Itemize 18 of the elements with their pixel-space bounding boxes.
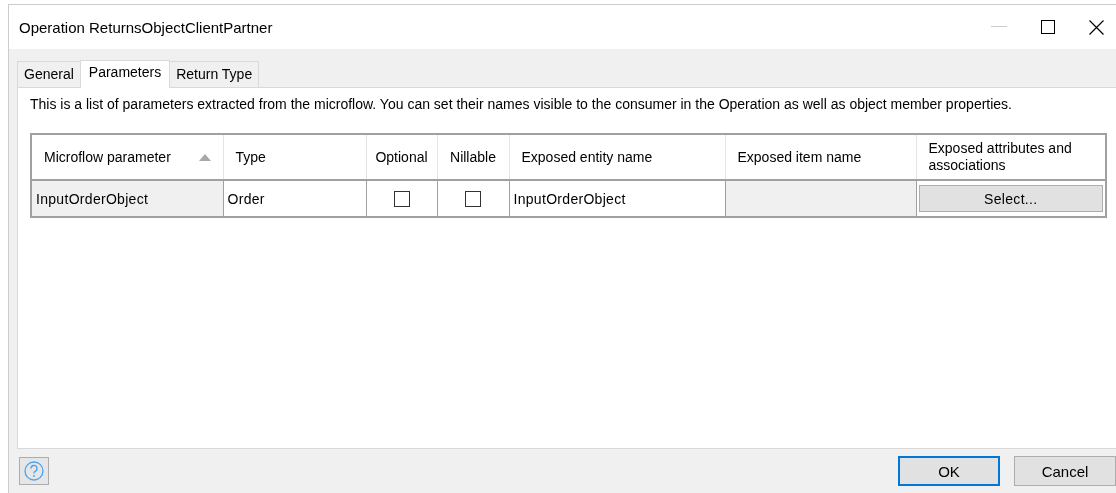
column-header[interactable]: Exposed entity name [509, 134, 725, 180]
column-header[interactable]: Type [223, 134, 366, 180]
table-cell: InputOrderObject [31, 180, 223, 217]
select-button[interactable]: Select... [918, 185, 1103, 212]
tab[interactable]: Parameters [79, 60, 171, 88]
close-icon[interactable] [1089, 19, 1104, 35]
tab[interactable]: General [17, 61, 81, 87]
column-header[interactable]: Optional [366, 134, 437, 180]
maximize-icon[interactable] [1041, 20, 1055, 34]
dialog-button[interactable]: OK [898, 456, 1000, 486]
checkbox[interactable] [393, 191, 410, 208]
checkbox[interactable] [465, 191, 481, 208]
dialog-button[interactable]: Cancel [1014, 456, 1116, 486]
column-header[interactable]: Nillable [437, 134, 509, 180]
window-title: Operation ReturnsObjectClientPartner [19, 18, 273, 36]
column-header[interactable]: Exposed attributes and associations [916, 134, 1106, 180]
tab[interactable]: Return Type [169, 61, 260, 87]
description-text: This is a list of parameters extracted from the microflow. You can set their names visible to the consumer in the Operation as well as object member properties. [30, 96, 1013, 113]
